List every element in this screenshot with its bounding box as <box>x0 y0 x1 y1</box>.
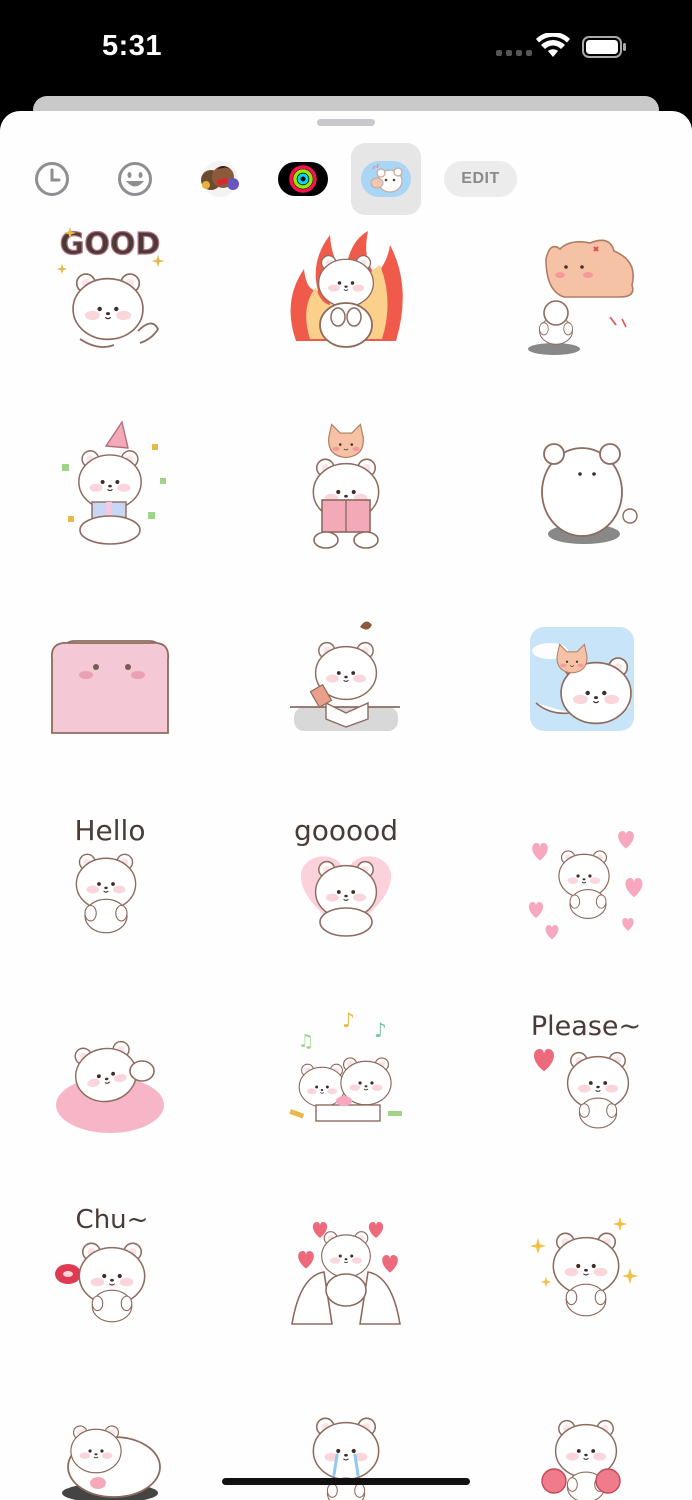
sticker-good-bear[interactable]: GOOD <box>40 221 180 361</box>
sticker-lying-bear[interactable] <box>40 1391 180 1500</box>
svg-text:♪: ♪ <box>342 1008 355 1032</box>
edit-button[interactable]: EDIT <box>444 161 517 197</box>
sticker-hello-bear[interactable]: Hello <box>40 806 180 946</box>
chu-caption: Chu~ <box>76 1205 149 1235</box>
sticker-shy-back-bear[interactable] <box>510 416 650 556</box>
smiley-icon <box>118 162 152 196</box>
home-indicator[interactable] <box>222 1478 470 1485</box>
bear-stickers-tab[interactable] <box>351 143 421 215</box>
emoji-tab[interactable] <box>105 143 165 215</box>
sticker-gooood-heart-bear[interactable]: gooood <box>276 806 416 946</box>
sticker-hearts-bear[interactable] <box>510 806 650 946</box>
sticker-toolbar: EDIT <box>0 143 692 215</box>
wifi-icon <box>536 33 570 57</box>
good-caption: GOOD <box>60 227 161 262</box>
sticker-blanket-bear[interactable] <box>40 611 180 751</box>
activity-stickers-tab[interactable] <box>272 143 334 215</box>
sticker-music-drawing-bears[interactable]: ♪ ♪ ♫ <box>276 1001 416 1141</box>
battery-icon <box>582 36 626 58</box>
status-time: 5:31 <box>102 30 163 62</box>
sticker-cat-angry-bear[interactable] <box>510 221 650 361</box>
status-bar: 5:31 <box>0 0 692 95</box>
activity-rings-icon <box>278 162 328 196</box>
sticker-love-hands-bear[interactable] <box>276 1196 416 1336</box>
memoji-stickers-tab[interactable] <box>188 143 252 215</box>
sticker-chu-bear[interactable]: Chu~ <box>40 1196 180 1336</box>
cellular-signal-icon <box>496 50 532 56</box>
hello-caption: Hello <box>75 814 146 847</box>
memoji-icon <box>201 161 239 197</box>
sheet-grabber[interactable] <box>317 119 375 126</box>
sticker-studying-bear[interactable] <box>276 611 416 751</box>
svg-text:♪: ♪ <box>374 1018 387 1042</box>
please-caption: Please~ <box>531 1011 641 1042</box>
bear-sticker-icon <box>361 161 411 197</box>
sticker-party-bear[interactable] <box>40 416 180 556</box>
sticker-reading-bear[interactable] <box>276 416 416 556</box>
gooood-caption: gooood <box>294 814 398 847</box>
sticker-please-bear[interactable]: Please~ <box>510 1001 650 1141</box>
sticker-pompom-bear[interactable] <box>510 1391 650 1500</box>
sticker-sheet: EDIT GOOD Hello gooood ♪ ♪ ♫ Please~ Chu… <box>0 111 692 1500</box>
recents-tab[interactable] <box>22 143 82 215</box>
svg-text:♫: ♫ <box>298 1031 314 1052</box>
sticker-cat-window-bear[interactable] <box>510 611 650 751</box>
clock-icon <box>35 162 69 196</box>
sticker-sparkle-bear[interactable] <box>510 1196 650 1336</box>
sticker-fire-bear[interactable] <box>276 221 416 361</box>
sticker-mochi-bear[interactable] <box>40 1001 180 1141</box>
